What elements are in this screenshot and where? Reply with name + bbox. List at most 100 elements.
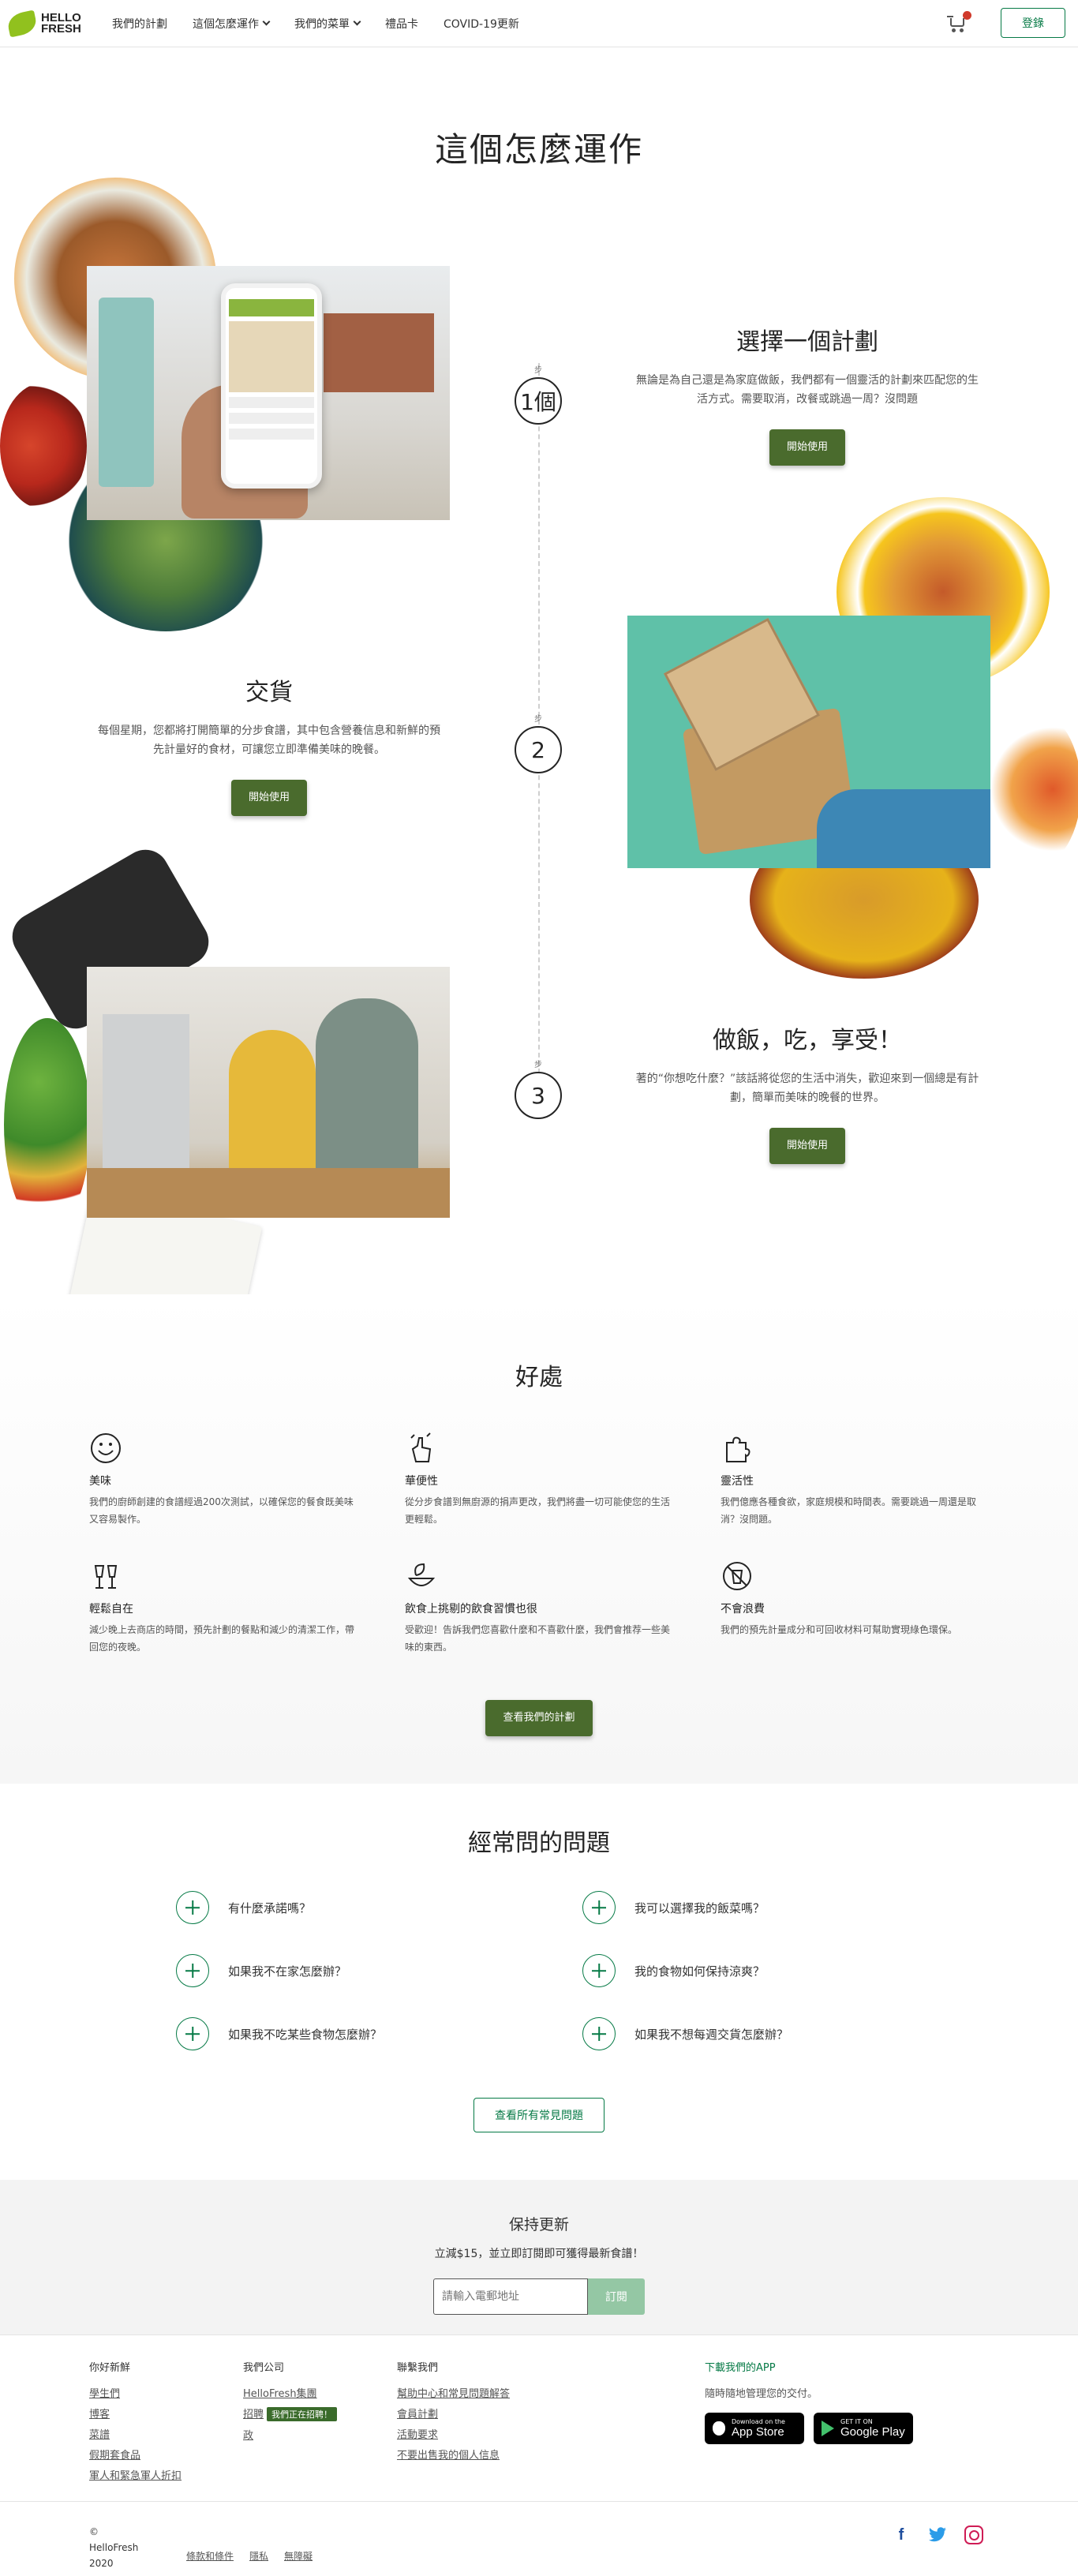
view-plans-button[interactable]: 查看我們的計劃	[485, 1700, 593, 1736]
social-links: f	[892, 2525, 983, 2544]
step-1-number: 1個	[515, 377, 562, 425]
footer-link-careers[interactable]: 招聘 我們正在招聘！	[243, 2406, 397, 2421]
footer-column-title: 聯繫我們	[397, 2362, 439, 2374]
email-input[interactable]	[433, 2278, 588, 2315]
benefit-description: 我們的預先計量成分和可回收材料可幫助實現綠色環保。	[721, 1624, 958, 1635]
step-2-content: 交貨 每個星期，您都將打開簡單的分步食譜，其中包含營養信息和新鮮的預先計量好的食…	[88, 672, 451, 816]
privacy-link[interactable]: 隱私	[249, 2549, 268, 2563]
faq-question: 如果我不吃某些食物怎麼辦？	[228, 2027, 383, 2042]
newsletter-form: 訂閱	[0, 2278, 1078, 2315]
hellofresh-logo[interactable]: HELLO FRESH	[6, 9, 95, 37]
benefit-item: 飲食上挑剔的飲食習慣也很 受歡迎！告訴我們您喜歡什麼和不喜歡什麼，我們會推荐一些…	[405, 1559, 673, 1656]
newsletter-subtitle: 立減$15，並立即訂閱即可獲得最新食譜！	[434, 2248, 644, 2260]
step-3-content: 做飯，吃，享受！ 著的“你想吃什麼？”該話將從您的生活中消失，歡迎來到一個總是有…	[626, 1020, 989, 1164]
footer-link[interactable]: 活動要求	[397, 2426, 551, 2441]
footer-column: 聯繫我們 幫助中心和常見問題解答 會員計劃 活動要求 不要出售我的個人信息	[397, 2359, 551, 2488]
app-download-title: 下載我們的APP	[705, 2362, 776, 2374]
footer-link[interactable]: HelloFresh集團	[243, 2385, 397, 2400]
instagram-icon[interactable]	[964, 2525, 983, 2544]
nav-our-menu[interactable]: 我們的菜單	[294, 16, 361, 32]
footer-link[interactable]: 菜譜	[89, 2426, 243, 2441]
step-2-label: 步	[534, 715, 542, 724]
plus-icon	[176, 2017, 209, 2050]
phone-image	[221, 283, 322, 489]
benefit-description: 我們億應各種食欲，家庭規模和時間表。需要跳過一周還是取消？沒問題。	[721, 1496, 977, 1525]
site-header: HELLO FRESH 我們的計劃 這個怎麼運作 我們的菜單 禮品卡 COVID…	[0, 0, 1078, 47]
plus-icon	[582, 1954, 616, 1987]
faq-item[interactable]: 如果我不吃某些食物怎麼辦？	[176, 2017, 582, 2050]
cart-icon[interactable]	[947, 11, 971, 34]
plus-icon	[582, 2017, 616, 2050]
chevron-down-icon	[262, 17, 271, 26]
footer-link[interactable]: 會員計劃	[397, 2406, 551, 2421]
step-2-number: 2	[515, 726, 562, 773]
nav-how-it-works[interactable]: 這個怎麼運作	[193, 16, 271, 32]
nav-covid-update[interactable]: COVID-19更新	[444, 16, 519, 32]
step-3-description: 著的“你想吃什麼？”該話將從您的生活中消失，歡迎來到一個總是有計劃，簡單而美味的…	[635, 1073, 979, 1104]
view-all-faq-button[interactable]: 查看所有常見問題	[473, 2098, 605, 2132]
newsletter-title: 保持更新	[508, 2216, 569, 2233]
footer-link[interactable]: 軍人和緊急軍人折扣	[89, 2467, 243, 2482]
pasta-plate-image	[986, 710, 1078, 868]
footer-link[interactable]: 幫助中心和常見問題解答	[397, 2385, 551, 2400]
logo-leaf-icon	[6, 9, 39, 37]
step-2-title: 交貨	[245, 679, 293, 706]
benefit-title: 飲食上挑剔的飲食習慣也很	[405, 1603, 537, 1616]
nav-gift-cards[interactable]: 禮品卡	[385, 16, 418, 32]
step-1-content: 選擇一個計劃 無論是為自己還是為家庭做飯，我們都有一個靈活的計劃來匹配您的生活方…	[626, 322, 989, 466]
copyright: © HelloFresh 2020	[89, 2526, 139, 2569]
faq-grid: 有什麼承諾嗎？ 我可以選擇我的飯菜嗎？ 如果我不在家怎麼辦？ 我的食物如何保持涼…	[89, 1891, 989, 2050]
facebook-icon[interactable]: f	[892, 2525, 911, 2544]
footer-column: 你好新鮮 學生們 博客 菜譜 假期套食品 軍人和緊急軍人折扣	[89, 2359, 243, 2488]
app-store-button[interactable]: Download on the App Store	[705, 2413, 804, 2444]
hand-tap-icon	[410, 1432, 432, 1462]
benefit-title: 不會浪費	[721, 1603, 765, 1616]
delivery-box-photo	[627, 616, 990, 868]
plus-icon	[176, 1954, 209, 1987]
faq-item[interactable]: 有什麼承諾嗎？	[176, 1891, 582, 1924]
login-button[interactable]: 登錄	[1001, 8, 1065, 38]
benefit-title: 美味	[89, 1475, 111, 1488]
how-it-works-section: 這個怎麼運作 步 1個 選擇一個計劃 無論是為自己還是為家庭做飯，我們都有一個靈…	[0, 47, 1078, 1335]
vegetables-image	[4, 1018, 91, 1231]
main-nav: 我們的計劃 這個怎麼運作 我們的菜單 禮品卡 COVID-19更新	[112, 16, 519, 32]
twitter-icon[interactable]	[928, 2525, 947, 2544]
terms-link[interactable]: 條款和條件	[186, 2549, 234, 2563]
page-title: 這個怎麼運作	[434, 130, 643, 169]
newsletter-section: 保持更新 立減$15，並立即訂閱即可獲得最新食譜！ 訂閱	[0, 2180, 1078, 2334]
faq-item[interactable]: 我可以選擇我的飯菜嗎？	[582, 1891, 989, 1924]
footer-link[interactable]: 學生們	[89, 2385, 243, 2400]
benefit-description: 受歡迎！告訴我們您喜歡什麼和不喜歡什麼，我們會推荐一些美味的東西。	[405, 1624, 671, 1653]
accessibility-link[interactable]: 無障礙	[284, 2549, 313, 2563]
google-play-button[interactable]: GET IT ON Google Play	[814, 2413, 913, 2444]
benefit-description: 減少晚上去商店的時間，預先計劃的餐點和減少的清潔工作，帶回您的夜晚。	[89, 1624, 355, 1653]
benefit-description: 我們的廚師創建的食譜經過200次測試，以確保您的餐食既美味又容易製作。	[89, 1496, 354, 1525]
footer-column-title: 我們公司	[243, 2362, 285, 2374]
step-2-description: 每個星期，您都將打開簡單的分步食譜，其中包含營養信息和新鮮的預先計量好的食材，可…	[98, 724, 440, 756]
tomato-bowl-image	[0, 383, 87, 509]
subscribe-button[interactable]: 訂閱	[588, 2278, 645, 2315]
faq-item[interactable]: 如果我不想每週交貨怎麼辦？	[582, 2017, 989, 2050]
footer-column-title: 你好新鮮	[89, 2362, 131, 2374]
step-1-get-started-button[interactable]: 開始使用	[769, 429, 845, 466]
step-2-get-started-button[interactable]: 開始使用	[230, 780, 307, 816]
benefit-title: 靈活性	[721, 1475, 754, 1488]
cart-notification-dot	[963, 11, 971, 20]
step-3-get-started-button[interactable]: 開始使用	[769, 1128, 845, 1164]
footer-link[interactable]: 博客	[89, 2406, 243, 2421]
faq-item[interactable]: 如果我不在家怎麼辦？	[176, 1954, 582, 1987]
footer-link[interactable]: 假期套食品	[89, 2447, 243, 2462]
benefit-title: 輕鬆自在	[89, 1603, 133, 1616]
footer-link[interactable]: 政	[243, 2427, 397, 2442]
faq-section: 經常問的問題 有什麼承諾嗎？ 我可以選擇我的飯菜嗎？ 如果我不在家怎麼辦？ 我的…	[0, 1784, 1078, 2180]
benefit-item: 美味 我們的廚師創建的食譜經過200次測試，以確保您的餐食既美味又容易製作。	[89, 1432, 357, 1528]
footer-link[interactable]: 不要出售我的個人信息	[397, 2447, 551, 2462]
faq-item[interactable]: 我的食物如何保持涼爽？	[582, 1954, 989, 1987]
apple-icon	[713, 2421, 725, 2436]
legal-links: 條款和條件 隱私 無障礙	[186, 2549, 313, 2563]
app-download-desc: 隨時隨地管理您的交付。	[705, 2388, 818, 2400]
faq-question: 如果我不想每週交貨怎麼辦？	[634, 2027, 789, 2042]
plus-icon	[582, 1891, 616, 1924]
faq-question: 有什麼承諾嗎？	[228, 1900, 312, 1915]
nav-our-plans[interactable]: 我們的計劃	[112, 16, 167, 32]
